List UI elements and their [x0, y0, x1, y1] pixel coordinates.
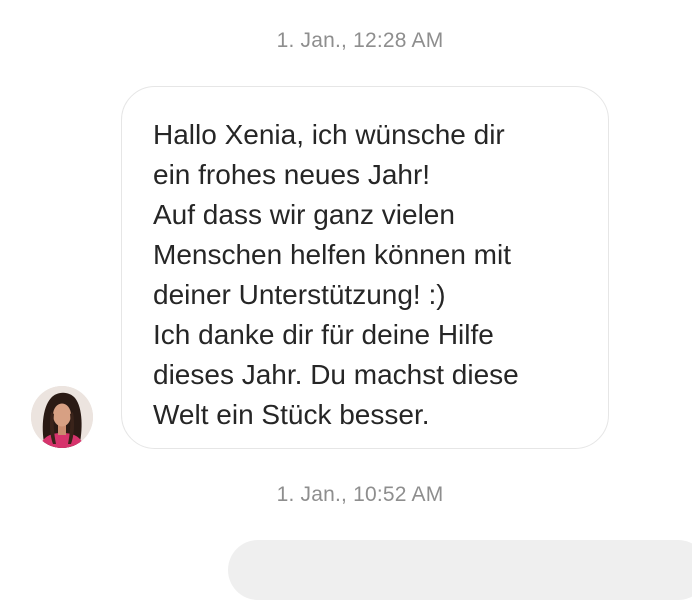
message-text-line: Hallo Xenia, ich wünsche dir: [153, 119, 505, 150]
message-text-line: ein frohes neues Jahr!: [153, 159, 431, 190]
outgoing-message-bubble[interactable]: [228, 540, 692, 600]
message-timestamp: 1. Jan., 10:52 AM: [276, 483, 444, 506]
incoming-message-bubble[interactable]: Hallo Xenia, ich wünsche dir ein frohes …: [121, 86, 609, 449]
message-text-line: Auf dass wir ganz vielen: [153, 199, 455, 230]
sender-avatar[interactable]: [31, 386, 93, 448]
message-text-line: Welt ein Stück besser.: [153, 399, 430, 430]
message-timestamp: 1. Jan., 12:28 AM: [276, 29, 444, 52]
message-text-line: deiner Unterstützung! :): [153, 279, 446, 310]
message-text-line: dieses Jahr. Du machst diese: [153, 359, 519, 390]
message-text-line: Menschen helfen können mit: [153, 239, 511, 270]
avatar-photo: [31, 386, 93, 448]
message-text-line: Ich danke dir für deine Hilfe: [153, 319, 494, 350]
